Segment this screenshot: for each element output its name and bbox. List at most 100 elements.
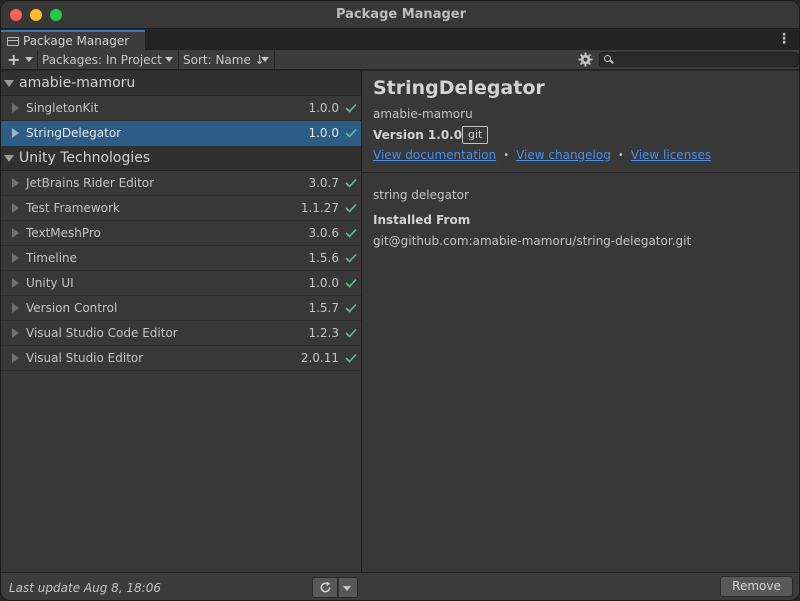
package-version: 3.0.7 [308, 176, 339, 190]
packages-filter-label: Packages: In Project [42, 52, 162, 67]
sort-label: Sort: Name ↓ [183, 52, 265, 67]
details-separator [362, 172, 799, 173]
package-row[interactable]: SingletonKit 1.0.0 [1, 96, 362, 121]
check-icon [345, 353, 357, 363]
package-version: 1.0.0 [308, 276, 339, 290]
check-icon [345, 203, 357, 213]
expand-arrow-icon[interactable] [4, 154, 14, 162]
remove-button[interactable]: Remove [720, 576, 793, 597]
package-name: TextMeshPro [26, 226, 101, 240]
tab-label: Package Manager [23, 34, 130, 48]
package-version: 1.2.3 [308, 326, 339, 340]
expand-arrow-icon[interactable] [12, 203, 19, 213]
package-version: 1.0.0 [308, 126, 339, 140]
link-separator: • [617, 149, 624, 161]
refresh-icon [320, 581, 330, 593]
package-version: 1.0.0 [308, 101, 339, 115]
package-group-header[interactable]: amabie-mamoru [1, 71, 362, 96]
expand-arrow-icon[interactable] [12, 103, 19, 113]
package-list: amabie-mamoru SingletonKit 1.0.0 StringDele… [1, 71, 362, 572]
link-separator: • [503, 149, 510, 161]
search-icon [604, 55, 611, 62]
refresh-button[interactable] [312, 577, 338, 598]
chevron-down-icon [25, 57, 34, 62]
package-row[interactable]: Test Framework 1.1.27 [1, 196, 362, 221]
package-author: amabie-mamoru [373, 107, 473, 121]
check-icon [345, 278, 357, 288]
check-icon [345, 103, 357, 113]
window-icon [7, 36, 19, 46]
sort-dropdown[interactable]: Sort: Name ↓ [179, 50, 275, 69]
kebab-menu-icon[interactable]: ⋮ [777, 31, 791, 47]
package-name: SingletonKit [26, 101, 99, 115]
package-version: 1.5.6 [308, 251, 339, 265]
package-name: Version Control [26, 301, 118, 315]
title-bar: Package Manager [1, 1, 799, 29]
package-name: Visual Studio Editor [26, 351, 144, 365]
check-icon [345, 228, 357, 238]
expand-arrow-icon[interactable] [4, 79, 14, 87]
package-version: 1.1.27 [300, 201, 339, 215]
check-icon [345, 178, 357, 188]
package-version: 2.0.11 [300, 351, 339, 365]
package-version: 1.5.7 [308, 301, 339, 315]
search-input[interactable] [599, 52, 799, 67]
gear-icon[interactable] [578, 52, 593, 67]
package-row[interactable]: StringDelegator 1.0.0 [1, 121, 362, 146]
package-description: string delegator [373, 188, 469, 202]
chevron-down-icon [261, 57, 269, 62]
package-row[interactable]: TextMeshPro 3.0.6 [1, 221, 362, 246]
package-group-header[interactable]: Unity Technologies [1, 146, 362, 171]
expand-arrow-icon[interactable] [12, 178, 19, 188]
package-name: Timeline [26, 251, 78, 265]
package-group-label: amabie-mamoru [19, 75, 136, 91]
package-row[interactable]: Timeline 1.5.6 [1, 246, 362, 271]
check-icon [345, 303, 357, 313]
packages-filter-dropdown[interactable]: Packages: In Project [38, 50, 179, 69]
package-row[interactable]: Visual Studio Editor 2.0.11 [1, 346, 362, 371]
package-group-label: Unity Technologies [19, 150, 151, 166]
package-name: StringDelegator [26, 126, 122, 140]
tab-package-manager[interactable]: Package Manager [1, 30, 145, 50]
plus-icon: + [7, 49, 21, 69]
check-icon [345, 328, 357, 338]
package-name: Visual Studio Code Editor [26, 326, 178, 340]
check-icon [345, 128, 357, 138]
package-row[interactable]: JetBrains Rider Editor 3.0.7 [1, 171, 362, 196]
expand-arrow-icon[interactable] [12, 278, 19, 288]
tab-bar: Package Manager ⋮ [1, 30, 799, 50]
refresh-options-dropdown[interactable] [338, 577, 358, 598]
expand-arrow-icon[interactable] [12, 228, 19, 238]
expand-arrow-icon[interactable] [12, 253, 19, 263]
last-update-text: Last update Aug 8, 18:06 [9, 581, 161, 595]
check-icon [345, 253, 357, 263]
view-changelog-link[interactable]: View changelog [516, 148, 611, 162]
add-package-button[interactable]: + [1, 50, 38, 69]
expand-arrow-icon[interactable] [12, 328, 19, 338]
chevron-down-icon [165, 57, 173, 62]
installed-from-label: Installed From [373, 213, 471, 227]
expand-arrow-icon[interactable] [12, 303, 19, 313]
footer-bar: Last update Aug 8, 18:06 Remove [1, 572, 799, 600]
package-version: Version 1.0.0 [373, 128, 463, 142]
package-details: StringDelegator amabie-mamoru Version 1.… [362, 71, 799, 572]
expand-arrow-icon[interactable] [12, 128, 19, 138]
package-name: Test Framework [26, 201, 120, 215]
view-licenses-link[interactable]: View licenses [631, 148, 711, 162]
window-title: Package Manager [336, 7, 466, 22]
installed-from-value: git@github.com:amabie-mamoru/string-dele… [373, 234, 692, 248]
package-links: View documentation • View changelog • Vi… [373, 148, 711, 162]
expand-arrow-icon[interactable] [12, 353, 19, 363]
package-name: Unity UI [26, 276, 74, 290]
toolbar: + Packages: In Project Sort: Name ↓ [1, 50, 799, 70]
package-row[interactable]: Visual Studio Code Editor 1.2.3 [1, 321, 362, 346]
view-documentation-link[interactable]: View documentation [373, 148, 496, 162]
package-manager-window: Package Manager Package Manager ⋮ + Pack… [0, 0, 800, 601]
chevron-down-icon [343, 586, 351, 591]
source-tag-badge: git [462, 126, 489, 144]
package-row[interactable]: Version Control 1.5.7 [1, 296, 362, 321]
package-title: StringDelegator [373, 77, 545, 99]
package-row[interactable]: Unity UI 1.0.0 [1, 271, 362, 296]
package-version: 3.0.6 [308, 226, 339, 240]
package-name: JetBrains Rider Editor [26, 176, 155, 190]
